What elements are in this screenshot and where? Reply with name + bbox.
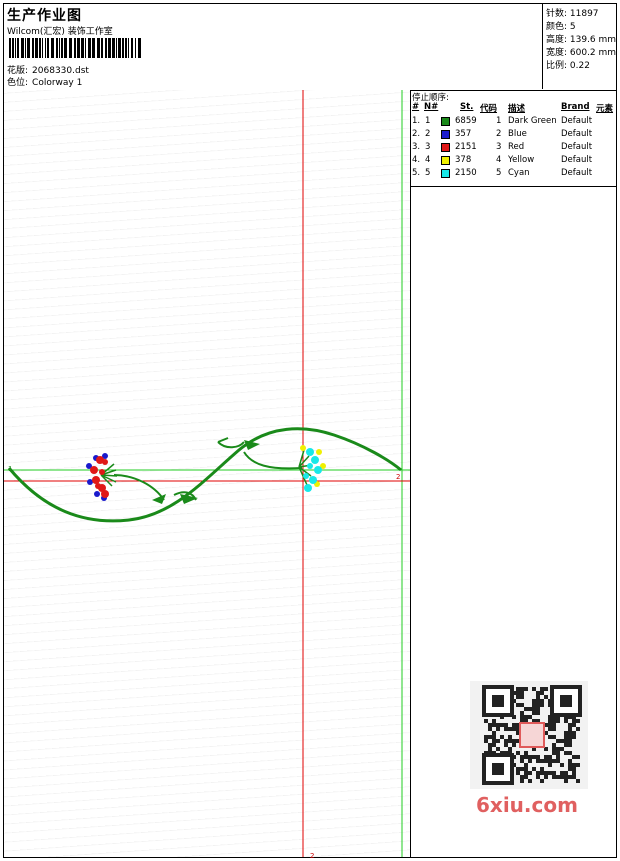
color-swatch — [441, 130, 450, 139]
watermark-main: 6xiu — [476, 793, 524, 817]
row-desc: Yellow — [508, 155, 535, 165]
row-stitches: 357 — [455, 129, 472, 139]
row-n: 4 — [425, 155, 431, 165]
row-num: 3. — [412, 142, 421, 152]
row-desc: Cyan — [508, 168, 530, 178]
vine-inner-curve — [243, 451, 303, 470]
row-stitches: 378 — [455, 155, 472, 165]
row-brand: Default — [561, 155, 593, 165]
barcode — [9, 38, 141, 58]
production-sheet: 生产作业图 Wilcom(汇宏) 装饰工作室 花版: 2068330.dst 色位… — [3, 3, 617, 860]
col-n: N# — [424, 102, 439, 112]
vine-stem — [7, 427, 402, 523]
col-brand: Brand — [561, 102, 590, 112]
stat-width: 宽度: 600.2 mm — [546, 48, 617, 58]
col-desc: 描述 — [508, 104, 526, 114]
col-element: 元素 — [596, 104, 614, 114]
color-swatch — [441, 169, 450, 178]
row-code: 4 — [496, 155, 502, 165]
row-n: 1 — [425, 116, 431, 126]
sequence-row: 2. 2 357 2 Blue Default — [410, 129, 616, 142]
row-desc: Red — [508, 142, 525, 152]
row-brand: Default — [561, 116, 593, 126]
row-num: 4. — [412, 155, 421, 165]
colorway-value: Colorway 1 — [32, 78, 83, 88]
row-brand: Default — [561, 129, 593, 139]
qr-code — [470, 681, 588, 789]
colorway-line: 色位: Colorway 1 — [7, 75, 82, 88]
row-code: 1 — [496, 116, 502, 126]
row-stitches: 2151 — [455, 142, 477, 152]
marker-left: 1 — [8, 465, 12, 473]
col-num: # — [412, 102, 420, 112]
row-n: 5 — [425, 168, 431, 178]
stop-sequence-panel: 停止顺序: # N# St. 代码 描述 Brand 元素 1. 1 6859 1 Da… — [410, 90, 616, 187]
stat-stitches: 针数: 11897 — [546, 9, 599, 19]
watermark-tld: .com — [523, 793, 578, 817]
row-n: 2 — [425, 129, 431, 139]
leaf-right — [180, 494, 198, 504]
watermark-site: 6xiu.com — [476, 793, 578, 817]
row-stitches: 2150 — [455, 168, 477, 178]
row-code: 3 — [496, 142, 502, 152]
sheet-header: 生产作业图 Wilcom(汇宏) 装饰工作室 花版: 2068330.dst 色位… — [4, 4, 616, 91]
color-swatch — [441, 143, 450, 152]
col-st: St. — [460, 102, 474, 112]
row-num: 2. — [412, 129, 421, 139]
stat-colors: 颜色: 5 — [546, 22, 576, 32]
design-canvas[interactable]: 2 1 — [4, 90, 411, 857]
row-desc: Dark Green — [508, 116, 557, 126]
colorway-label: 色位: — [7, 78, 29, 88]
row-n: 3 — [425, 142, 431, 152]
marker-bottom: 2 — [310, 852, 315, 860]
row-brand: Default — [561, 142, 593, 152]
sequence-row: 1. 1 6859 1 Dark Green Default — [410, 116, 616, 129]
row-num: 5. — [412, 168, 421, 178]
stat-scale: 比例: 0.22 — [546, 61, 590, 71]
color-swatch — [441, 156, 450, 165]
row-code: 5 — [496, 168, 502, 178]
studio-name: Wilcom(汇宏) 装饰工作室 — [7, 27, 113, 37]
row-brand: Default — [561, 168, 593, 178]
upper-curl — [217, 437, 245, 449]
sequence-row: 3. 3 2151 3 Red Default — [410, 142, 616, 155]
page-title: 生产作业图 — [7, 8, 82, 24]
leaf-left — [152, 494, 166, 504]
sequence-row: 5. 5 2150 5 Cyan Default — [410, 168, 616, 181]
col-code: 代码 — [480, 104, 498, 114]
left-flower — [86, 453, 118, 501]
color-swatch — [441, 117, 450, 126]
sequence-row: 4. 4 378 4 Yellow Default — [410, 155, 616, 168]
row-desc: Blue — [508, 129, 527, 139]
stats-box: 针数: 11897 颜色: 5 高度: 139.6 mm 宽度: 600.2 m… — [542, 4, 617, 89]
row-num: 1. — [412, 116, 421, 126]
row-stitches: 6859 — [455, 116, 477, 126]
marker-right: 2 — [396, 473, 400, 481]
row-code: 2 — [496, 129, 502, 139]
stat-height: 高度: 139.6 mm — [546, 35, 617, 45]
